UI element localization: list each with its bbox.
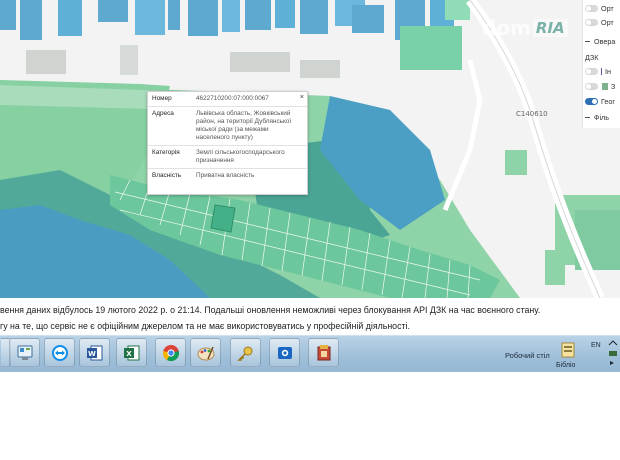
dash-icon	[585, 116, 590, 118]
word-icon: W	[86, 345, 102, 360]
svg-text:X: X	[126, 350, 132, 358]
watermark-text-ria: RIA	[532, 19, 568, 37]
close-icon[interactable]: ×	[300, 94, 304, 101]
popup-value: 4622710200:07:000:0067	[196, 95, 269, 102]
archive-icon	[317, 344, 330, 360]
layer-group-dzk: ДЗК	[585, 51, 598, 63]
excel-icon: X	[123, 345, 139, 360]
chrome-icon	[162, 344, 179, 361]
layer-item-overlay[interactable]: Овера	[585, 35, 615, 47]
control-panel-icon	[17, 345, 32, 360]
layer-label: Овера	[594, 36, 616, 46]
desktop-toolbar-label[interactable]: Робочий стіл	[505, 351, 550, 360]
svg-text:W: W	[88, 350, 96, 358]
watermark-text-dom: dom	[482, 16, 531, 40]
toggle-switch[interactable]	[585, 82, 598, 90]
notice-line-2: гу на те, що сервіс не є офіційним джере…	[0, 321, 410, 331]
windows-taskbar: W X Робочий стіл Бібліо EN	[0, 335, 620, 372]
taskbar-word[interactable]: W	[79, 338, 110, 367]
taskbar-outlook[interactable]	[269, 338, 300, 367]
layer-item-geo[interactable]: Геог	[585, 95, 615, 107]
layer-label: Орт	[601, 3, 614, 13]
toggle-switch[interactable]	[585, 4, 598, 12]
taskbar-excel[interactable]: X	[116, 338, 147, 367]
toggle-switch[interactable]	[585, 97, 598, 105]
domria-watermark: dom RIA	[482, 16, 568, 40]
layer-item-ortho-1[interactable]: Орт	[585, 2, 614, 14]
dash-icon	[585, 40, 590, 42]
popup-label: Категорія	[152, 149, 180, 156]
taskbar-key-tool[interactable]	[230, 338, 261, 367]
road-label: С140610	[516, 110, 548, 118]
layer-group-label: ДЗК	[585, 52, 599, 62]
taskbar-teamviewer[interactable]	[44, 338, 75, 367]
taskbar-control-panel[interactable]	[9, 338, 40, 367]
popup-label: Власність	[152, 172, 182, 179]
popup-label: Адреса	[152, 110, 174, 117]
layer-item-other[interactable]: Ін	[585, 65, 611, 77]
parcel-info-popup: × Номер 4622710200:07:000:0067 Адреса Ль…	[147, 91, 308, 195]
language-indicator[interactable]: EN	[591, 342, 601, 349]
empty-area	[0, 372, 620, 460]
layer-label: З	[611, 81, 616, 91]
system-tray-icon[interactable]	[607, 339, 620, 369]
key-icon	[236, 346, 252, 361]
data-update-notice: вення даних відбулось 19 лютого 2022 р. …	[0, 298, 620, 335]
libraries-icon[interactable]	[560, 341, 576, 359]
popup-value: Львівська область, Жовківський район, на…	[196, 110, 292, 141]
layer-label: Ін	[605, 66, 611, 76]
taskbar-archive[interactable]	[308, 338, 339, 367]
toggle-switch[interactable]	[585, 67, 598, 75]
popup-row-category: Категорія Землі сільськогосподарського п…	[148, 146, 307, 169]
toggle-switch[interactable]	[585, 18, 598, 26]
layer-item-ortho-2[interactable]: Орт	[585, 16, 614, 28]
line-swatch-icon	[601, 67, 602, 75]
layer-label: Філь	[594, 112, 609, 122]
layer-item-filter[interactable]: Філь	[585, 111, 609, 123]
popup-value: Землі сільськогосподарського призначення	[196, 149, 285, 164]
notice-line-1: вення даних відбулось 19 лютого 2022 р. …	[0, 305, 541, 315]
taskbar-chrome[interactable]	[155, 338, 186, 367]
popup-label: Номер	[152, 95, 172, 102]
layer-label: Геог	[601, 96, 616, 106]
layer-item-land[interactable]: З	[585, 80, 615, 92]
teamviewer-icon	[51, 344, 68, 361]
layer-label: Орт	[601, 17, 614, 27]
screen: dom RIA С140610 × Номер 4622710200:07:000…	[0, 0, 620, 460]
cadastral-map[interactable]: dom RIA С140610 × Номер 4622710200:07:000…	[0, 0, 620, 298]
taskbar-paint[interactable]	[190, 338, 221, 367]
outlook-icon	[277, 346, 292, 359]
popup-row-address: Адреса Львівська область, Жовківський ра…	[148, 107, 307, 146]
popup-value: Приватна власність	[196, 172, 255, 179]
color-swatch-icon	[602, 82, 608, 90]
libraries-label[interactable]: Бібліо	[556, 362, 575, 369]
paint-icon	[197, 346, 214, 360]
popup-row-number: Номер 4622710200:07:000:0067	[148, 92, 307, 107]
popup-row-ownership: Власність Приватна власність	[148, 169, 307, 183]
map-canvas[interactable]	[0, 0, 620, 298]
layer-panel: Орт Орт Овера ДЗК Ін З Геог Філь	[582, 0, 620, 128]
